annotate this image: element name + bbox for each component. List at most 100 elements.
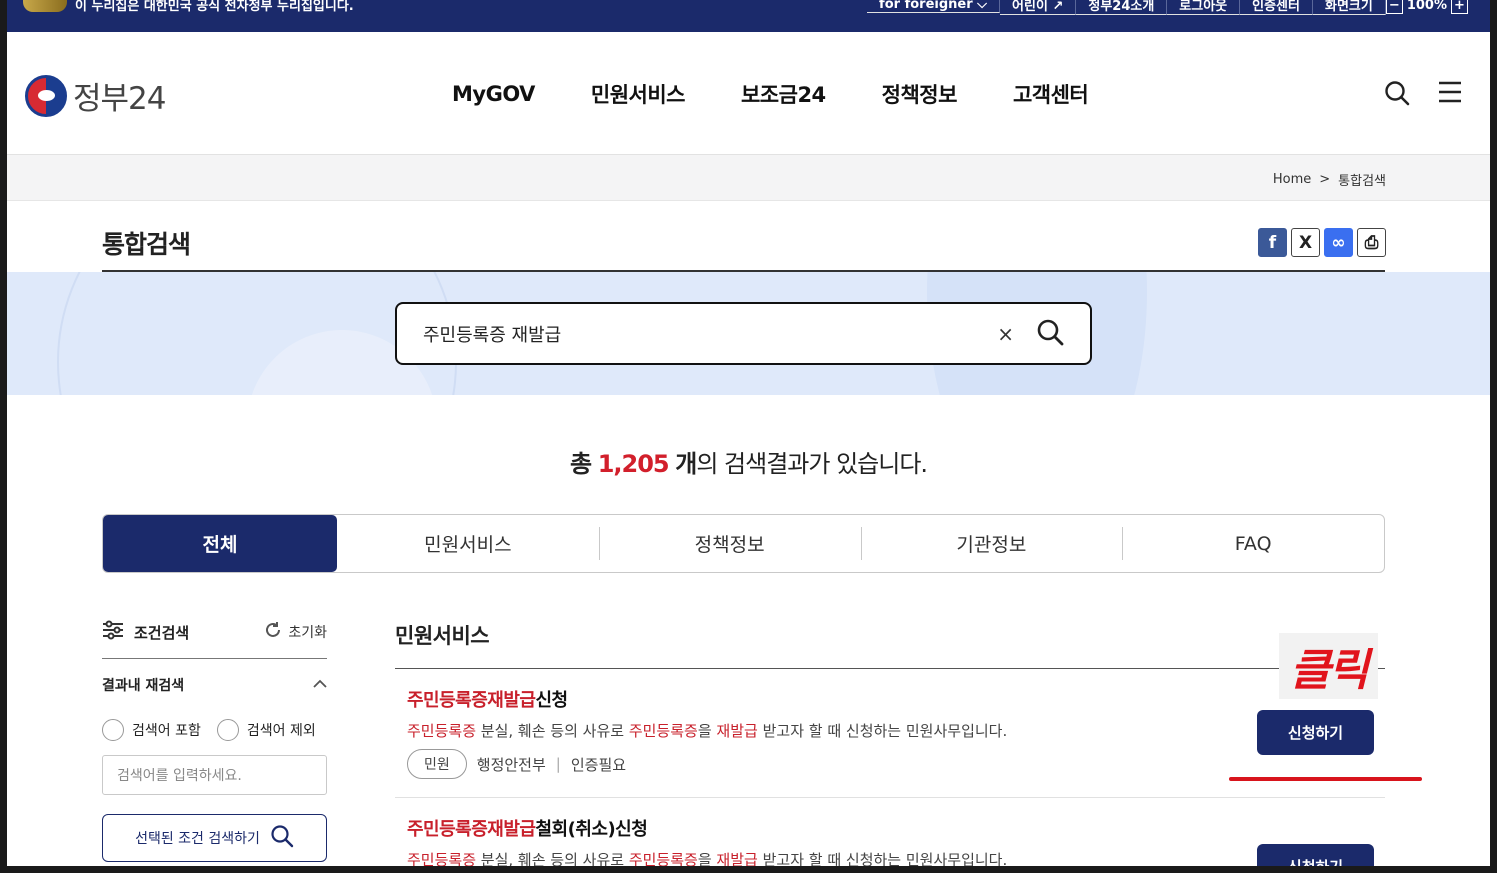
result-title[interactable]: 주민등록증재발급철회(취소)신청: [407, 815, 1373, 841]
search-band: 주민등록증 재발급 ×: [7, 272, 1490, 395]
tab-faq[interactable]: FAQ: [1122, 515, 1384, 572]
gov-notice: 이 누리집은 대한민국 공식 전자정부 누리집입니다.: [23, 0, 354, 14]
page-frame: 이 누리집은 대한민국 공식 전자정부 누리집입니다. for foreigne…: [7, 0, 1490, 866]
breadcrumb: Home > 통합검색: [1273, 170, 1386, 189]
result-description: 주민등록증 분실, 훼손 등의 사유로 주민등록증을 재발급 받고자 할 때 신…: [407, 849, 1373, 866]
annotation-underline: [1229, 777, 1422, 781]
link-about[interactable]: 정부24소개: [1076, 0, 1168, 15]
list-item: 주민등록증재발급철회(취소)신청 주민등록증 분실, 훼손 등의 사유로 주민등…: [395, 798, 1385, 866]
desc-seg: 받고자 할 때 신청하는 민원사무입니다.: [757, 722, 1008, 740]
results-panel: 민원서비스 주민등록증재발급신청 주민등록증 분실, 훼손 등의 사유로 주민등…: [395, 620, 1385, 866]
meta-divider: |: [555, 755, 561, 773]
link-kids-label: 어린이: [1012, 0, 1048, 14]
radio-include[interactable]: 검색어 포함: [102, 719, 201, 741]
result-count-suffix: 의 검색결과가 있습니다.: [696, 450, 928, 478]
x-share-button[interactable]: X: [1291, 228, 1320, 257]
apply-button[interactable]: 신청하기: [1257, 710, 1374, 755]
radio-exclude[interactable]: 검색어 제외: [216, 719, 316, 741]
nav-civil-service[interactable]: 민원서비스: [591, 79, 686, 109]
chevron-up-icon: [313, 677, 327, 693]
link-foreigner-label: for foreigner: [879, 0, 973, 12]
filter-title-label: 조건검색: [134, 623, 190, 642]
tab-all[interactable]: 전체: [103, 515, 337, 572]
search-icon: [270, 824, 294, 852]
page-title-area: 통합검색 f X ∞ ⎙: [7, 201, 1490, 272]
apply-button[interactable]: 신청하기: [1257, 844, 1374, 866]
breadcrumb-home[interactable]: Home: [1273, 172, 1311, 187]
logo-text: 정부24: [73, 81, 166, 117]
search-icon[interactable]: [1384, 80, 1410, 106]
apply-filter-button[interactable]: 선택된 조건 검색하기: [102, 814, 327, 862]
reset-button[interactable]: 초기화: [264, 621, 327, 643]
result-tabs: 전체 민원서비스 정책정보 기관정보 FAQ: [102, 514, 1385, 573]
link-cert-center[interactable]: 인증센터: [1240, 0, 1313, 15]
share-buttons: f X ∞ ⎙: [1258, 228, 1386, 257]
nav-customer-center[interactable]: 고객센터: [1013, 79, 1089, 109]
search-submit-icon[interactable]: [1036, 318, 1064, 350]
zoom-in-button[interactable]: +: [1451, 0, 1468, 14]
gov-mark-icon: [23, 0, 67, 12]
result-title-highlight: 주민등록증재발급: [407, 819, 536, 840]
zoom-out-button[interactable]: −: [1385, 0, 1403, 14]
desc-seg: 주민등록증: [407, 722, 477, 740]
nav-mygov[interactable]: MyGOV: [452, 82, 535, 106]
refresh-icon: [264, 621, 282, 643]
menu-icon[interactable]: [1438, 80, 1462, 106]
result-count: 총 1,205 개의 검색결과가 있습니다.: [7, 444, 1490, 479]
site-logo[interactable]: 정부24: [25, 73, 166, 118]
category-tag: 민원: [407, 749, 467, 779]
copy-link-button[interactable]: ∞: [1324, 228, 1353, 257]
results-section-title: 민원서비스: [395, 620, 1385, 669]
desc-seg: 주민등록증: [628, 851, 698, 866]
result-title[interactable]: 주민등록증재발급신청: [407, 686, 1373, 712]
radio-include-label: 검색어 포함: [132, 723, 201, 739]
keyword-input[interactable]: 검색어를 입력하세요.: [102, 755, 327, 795]
refine-search-header[interactable]: 결과내 재검색: [102, 675, 327, 695]
tab-civil-service[interactable]: 민원서비스: [337, 515, 599, 572]
radio-exclude-label: 검색어 제외: [246, 723, 316, 739]
site-header: 정부24 MyGOV 민원서비스 보조금24 정책정보 고객센터: [7, 32, 1490, 155]
nav-policy-info[interactable]: 정책정보: [882, 79, 958, 109]
result-title-highlight: 주민등록증재발급: [407, 690, 536, 711]
nav-subsidy24[interactable]: 보조금24: [741, 79, 826, 109]
sliders-icon: [102, 620, 124, 644]
desc-seg: 을: [697, 851, 717, 866]
taegeuk-emblem-icon: [25, 74, 67, 117]
reset-label: 초기화: [288, 625, 327, 641]
auth-required: 인증필요: [570, 755, 627, 774]
desc-seg: 재발급: [716, 851, 758, 866]
external-link-icon: ↗: [1052, 0, 1064, 14]
link-logout[interactable]: 로그아웃: [1167, 0, 1241, 15]
clear-search-icon[interactable]: ×: [997, 322, 1014, 346]
desc-seg: 을: [697, 722, 717, 740]
agency-name: 행정안전부: [476, 755, 546, 774]
tab-agency-info[interactable]: 기관정보: [860, 515, 1123, 572]
search-input[interactable]: 주민등록증 재발급: [423, 321, 997, 347]
link-foreigner[interactable]: for foreigner ⌵: [867, 0, 1001, 13]
result-count-unit: 개: [675, 450, 697, 478]
filter-title: 조건검색: [102, 620, 189, 644]
zoom-control: − 100% +: [1385, 0, 1468, 14]
gov-notice-text: 이 누리집은 대한민국 공식 전자정부 누리집입니다.: [75, 0, 354, 14]
breadcrumb-strip: Home > 통합검색: [7, 155, 1490, 201]
utility-links: for foreigner ⌵ 어린이 ↗ 정부24소개 로그아웃 인증센터 화…: [867, 0, 1468, 15]
print-button[interactable]: ⎙: [1357, 228, 1386, 257]
filter-sidebar: 조건검색 초기화 결과내 재검색 검색어 포함 검색어 제외 검색어를 입력하세…: [102, 620, 327, 862]
desc-seg: 재발급: [716, 722, 758, 740]
result-title-rest: 철회(취소)신청: [535, 819, 648, 840]
zoom-level: 100%: [1406, 0, 1447, 13]
refine-search-title: 결과내 재검색: [102, 678, 185, 694]
header-actions: [1384, 80, 1462, 106]
utility-bar: 이 누리집은 대한민국 공식 전자정부 누리집입니다. for foreigne…: [7, 0, 1490, 32]
page-title: 통합검색: [102, 230, 191, 259]
facebook-share-button[interactable]: f: [1258, 228, 1287, 257]
tab-policy-info[interactable]: 정책정보: [598, 515, 861, 572]
include-exclude-radios: 검색어 포함 검색어 제외: [102, 719, 327, 741]
radio-circle[interactable]: [102, 719, 124, 741]
link-kids[interactable]: 어린이 ↗: [1000, 0, 1077, 15]
search-box[interactable]: 주민등록증 재발급 ×: [395, 302, 1092, 365]
chevron-down-icon: ⌵: [977, 0, 988, 12]
result-description: 주민등록증 분실, 훼손 등의 사유로 주민등록증을 재발급 받고자 할 때 신…: [407, 720, 1373, 741]
desc-seg: 주민등록증: [628, 722, 698, 740]
radio-circle[interactable]: [216, 719, 239, 741]
